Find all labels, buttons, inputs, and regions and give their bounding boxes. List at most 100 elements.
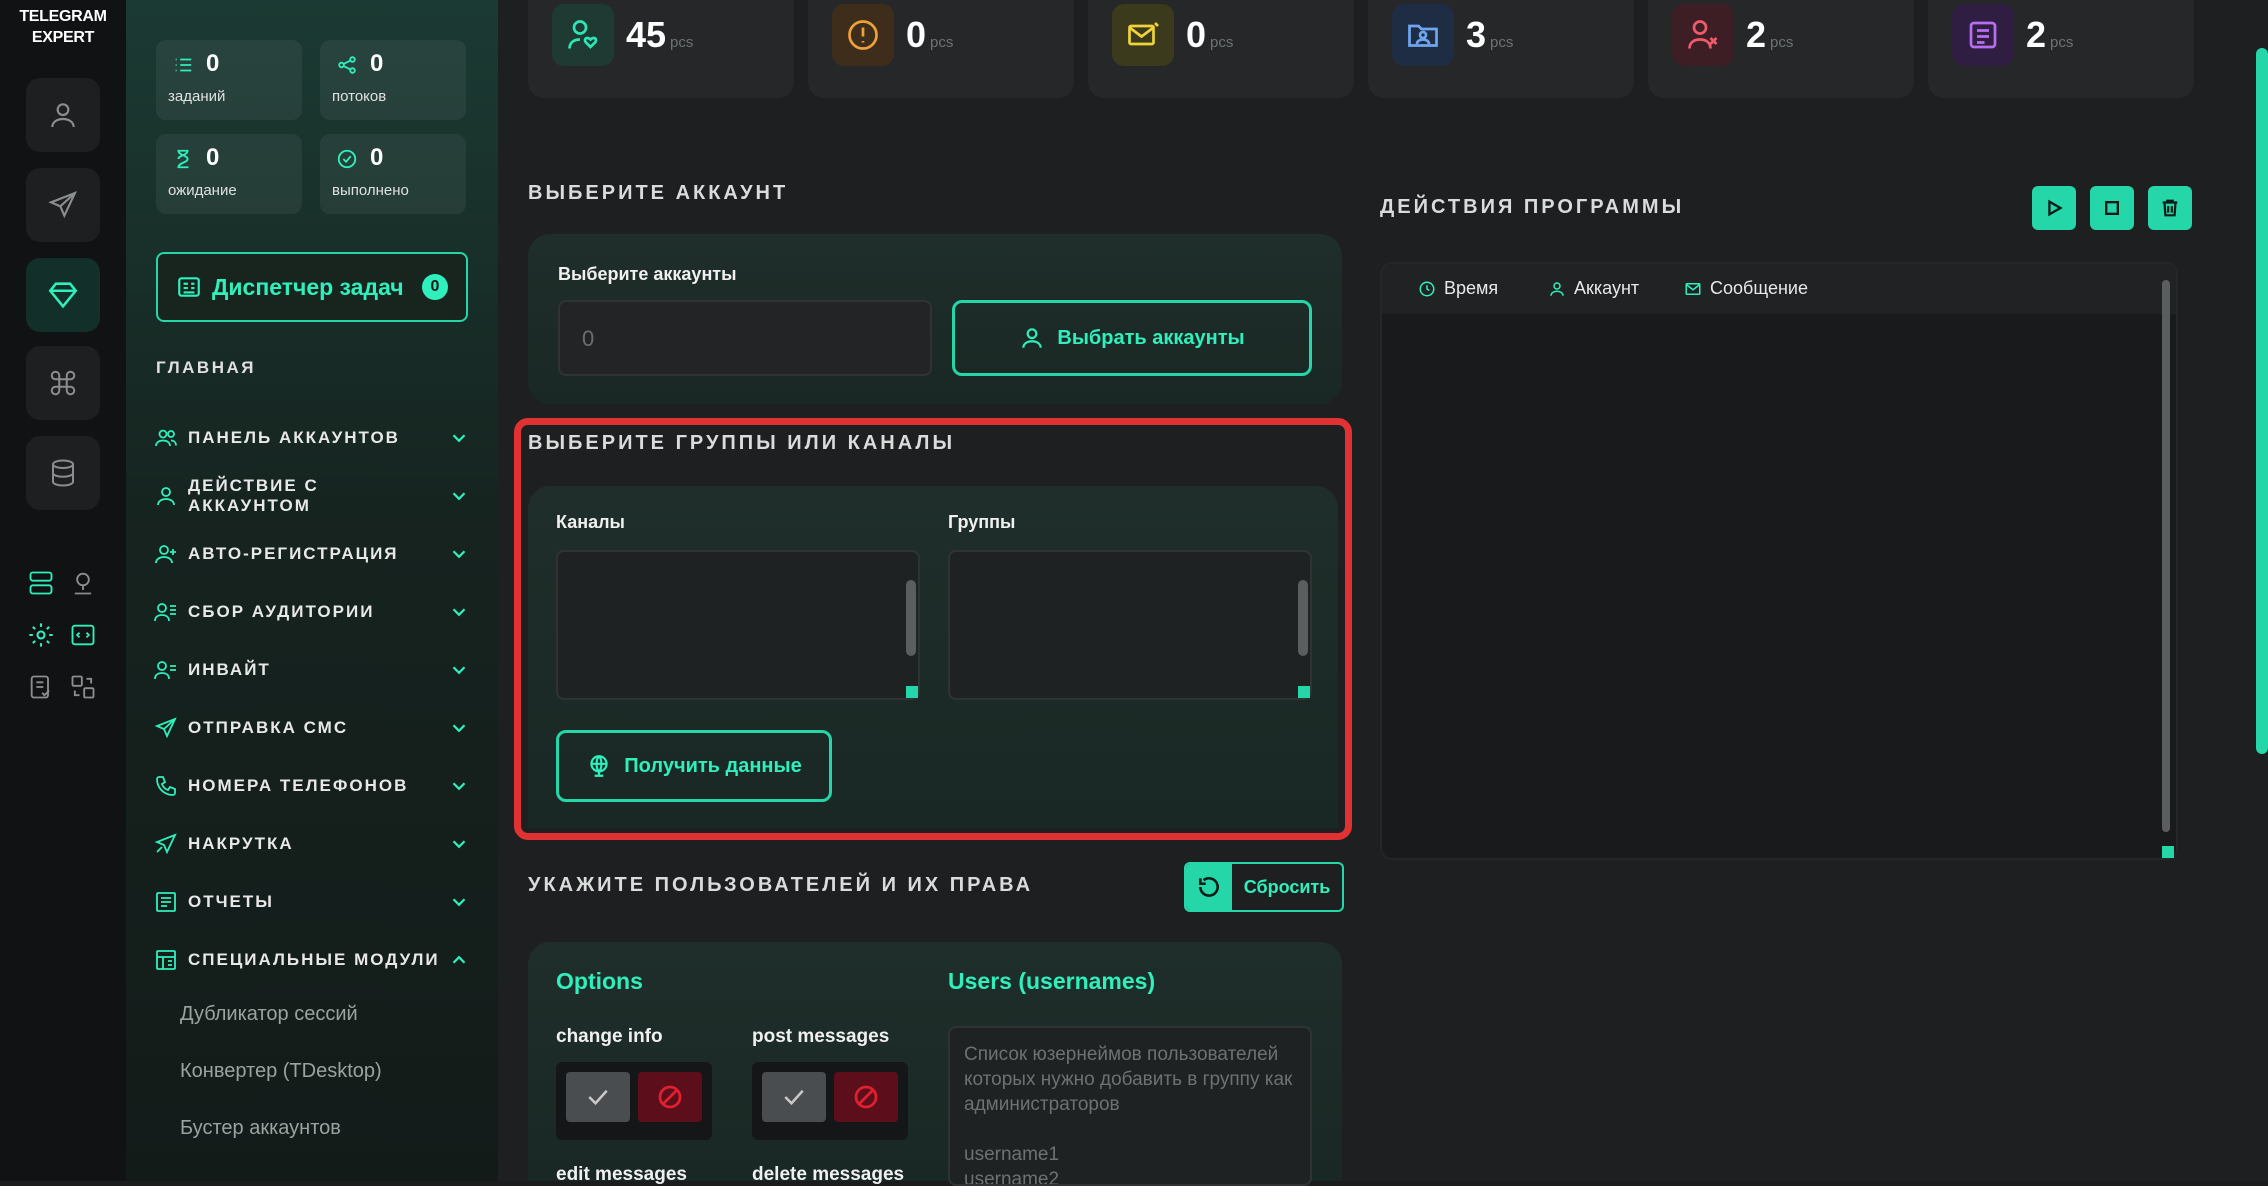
chevron-down-icon[interactable]	[448, 659, 470, 681]
channels-resize-handle[interactable]	[906, 686, 918, 698]
deny-button[interactable]	[834, 1072, 898, 1122]
get-data-button[interactable]: Получить данные	[556, 730, 832, 802]
rail-accounts-button[interactable]	[26, 78, 100, 152]
alert-icon	[848, 20, 878, 50]
sub-item-session-duplicator[interactable]: Дубликатор сессий	[180, 1003, 358, 1026]
top-stat-unit: pcs	[930, 34, 954, 51]
settings-icon[interactable]	[24, 618, 58, 652]
nav-item-label: ИНВАЙТ	[188, 660, 271, 679]
chevron-down-icon[interactable]	[448, 775, 470, 797]
rail-send-button[interactable]	[26, 168, 100, 242]
rail-diamond-button[interactable]	[26, 258, 100, 332]
stat-threads: 0 потоков	[320, 40, 466, 120]
stack-icon	[1969, 21, 1997, 49]
top-stat-unit: pcs	[1490, 34, 1514, 51]
play-icon	[2048, 199, 2063, 217]
chevron-down-icon[interactable]	[448, 833, 470, 855]
top-stat-card: 0 pcs	[808, 0, 1074, 98]
log-scrollbar[interactable]	[2162, 280, 2170, 832]
stat-waiting: 0 ожидание	[156, 134, 302, 214]
top-stat-value: 2 pcs	[1746, 14, 1794, 55]
nav-item-авто-регистрация[interactable]: АВТО-РЕГИСТРАЦИЯ	[154, 534, 470, 574]
actions-log: Время Аккаунт Сообщение	[1380, 262, 2178, 860]
deny-button[interactable]	[638, 1072, 702, 1122]
task-manager-count: 0	[422, 274, 448, 300]
checklist-icon[interactable]	[24, 670, 58, 704]
nav-item-накрутка[interactable]: НАКРУТКА	[154, 824, 470, 864]
rail-database-button[interactable]	[26, 436, 100, 510]
boost-icon	[154, 833, 177, 855]
stat-done-label: выполнено	[332, 182, 409, 199]
sub-item-account-booster[interactable]: Бустер аккаунтов	[180, 1117, 341, 1140]
channels-scrollbar[interactable]	[906, 580, 916, 656]
groups-textarea[interactable]	[948, 550, 1312, 700]
select-accounts-label: Выбрать аккаунты	[1057, 326, 1245, 349]
globe-icon	[590, 755, 608, 777]
clear-log-button[interactable]	[2148, 186, 2192, 230]
allow-button[interactable]	[762, 1072, 826, 1122]
column-time[interactable]: Время	[1418, 278, 1498, 299]
nav-item-label: ОТПРАВКА СМС	[188, 718, 349, 737]
diamond-icon	[48, 282, 78, 309]
task-manager-button[interactable]: Диспетчер задач 0	[156, 252, 468, 322]
start-button[interactable]	[2032, 186, 2076, 230]
groups-panel: Каналы Группы Получить данные	[528, 486, 1338, 828]
nav-item-специальные-модули[interactable]: СПЕЦИАЛЬНЫЕ МОДУЛИ	[154, 940, 470, 980]
sub-item-tdesktop-converter[interactable]: Конвертер (TDesktop)	[180, 1060, 382, 1083]
stat-tasks-value: 0	[206, 50, 220, 77]
chevron-up-icon[interactable]	[448, 949, 470, 971]
accounts-input[interactable]: 0	[558, 300, 932, 376]
map-pin-icon[interactable]	[66, 566, 100, 600]
users-icon	[155, 429, 177, 447]
nav-item-действие-с-аккаунтом[interactable]: ДЕЙСТВИЕ С АККАУНТОМ	[154, 476, 470, 516]
code-window-icon[interactable]	[66, 618, 100, 652]
nav-item-отчеты[interactable]: ОТЧЕТЫ	[154, 882, 470, 922]
channels-textarea[interactable]	[556, 550, 920, 700]
nav-item-label: НОМЕРА ТЕЛЕФОНОВ	[188, 776, 409, 795]
nav-heading: ГЛАВНАЯ	[156, 358, 256, 377]
rail-command-button[interactable]	[26, 346, 100, 420]
option-post-messages-toggle	[752, 1062, 908, 1140]
top-stat-unit: pcs	[2050, 34, 2074, 51]
allow-button[interactable]	[566, 1072, 630, 1122]
top-stat-icon-box	[1112, 4, 1174, 66]
page-scrollbar[interactable]	[2256, 48, 2268, 754]
chevron-down-icon[interactable]	[448, 427, 470, 449]
transfer-icon[interactable]	[66, 670, 100, 704]
option-change-info-label: change info	[556, 1026, 663, 1047]
option-delete-messages-label: delete messages	[752, 1164, 905, 1185]
groups-scrollbar[interactable]	[1298, 580, 1308, 656]
chevron-down-icon[interactable]	[448, 485, 470, 507]
stop-button[interactable]	[2090, 186, 2134, 230]
top-stat-card: 45 pcs	[528, 0, 794, 98]
stat-done: 0 выполнено	[320, 134, 466, 214]
user-invite-icon	[154, 661, 176, 680]
chevron-down-icon[interactable]	[448, 891, 470, 913]
column-message[interactable]: Сообщение	[1684, 278, 1808, 299]
user-icon	[1022, 328, 1043, 348]
log-resize-handle[interactable]	[2162, 846, 2174, 858]
task-manager-icon	[178, 277, 200, 297]
modules-icon	[156, 950, 176, 970]
chevron-down-icon[interactable]	[448, 601, 470, 623]
nav-item-панель-аккаунтов[interactable]: ПАНЕЛЬ АККАУНТОВ	[154, 418, 470, 458]
nav-item-сбор-аудитории[interactable]: СБОР АУДИТОРИИ	[154, 592, 470, 632]
nav-item-инвайт[interactable]: ИНВАЙТ	[154, 650, 470, 690]
top-stat-value: 0 pcs	[1186, 14, 1234, 55]
groups-resize-handle[interactable]	[1298, 686, 1310, 698]
list-icon	[175, 58, 192, 72]
column-account[interactable]: Аккаунт	[1548, 278, 1639, 299]
chevron-down-icon[interactable]	[448, 717, 470, 739]
task-manager-label: Диспетчер задач	[212, 273, 404, 300]
stat-tasks: 0 заданий	[156, 40, 302, 120]
top-stat-icon-box	[1392, 4, 1454, 66]
nav-item-номера-телефонов[interactable]: НОМЕРА ТЕЛЕФОНОВ	[154, 766, 470, 806]
nav-item-отправка-смс[interactable]: ОТПРАВКА СМС	[154, 708, 470, 748]
usernames-textarea[interactable]: Список юзернеймов пользователей которых …	[948, 1026, 1312, 1186]
reset-button[interactable]: Сбросить	[1184, 862, 1344, 912]
command-icon	[50, 370, 76, 396]
select-accounts-button[interactable]: Выбрать аккаунты	[952, 300, 1312, 376]
server-icon[interactable]	[24, 566, 58, 600]
chevron-down-icon[interactable]	[448, 543, 470, 565]
options-title: Options	[556, 968, 643, 994]
